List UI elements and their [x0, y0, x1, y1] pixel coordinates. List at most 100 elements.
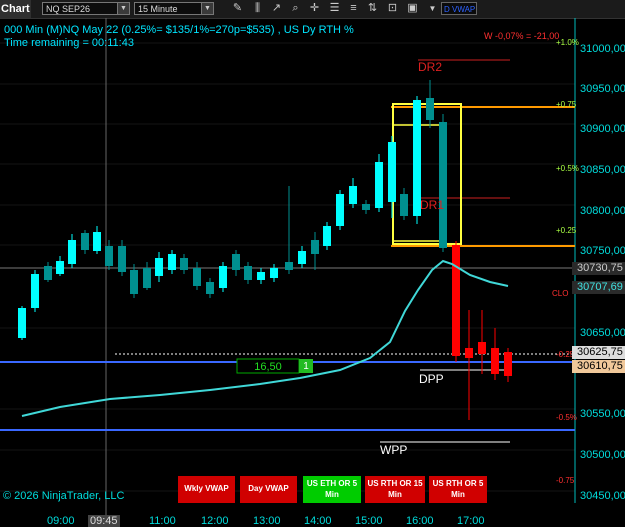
candle-body	[155, 258, 163, 276]
candle-body	[68, 240, 76, 264]
us-rth-or-15min-button[interactable]: US RTH OR 15 Min	[365, 476, 425, 503]
candle-body	[465, 348, 473, 358]
candle-body	[491, 348, 499, 374]
chevron-down-icon: ▼	[117, 3, 129, 14]
candle-body	[168, 254, 176, 270]
candle-body	[478, 342, 486, 354]
dpp-label: DPP	[419, 372, 444, 386]
y-tick-30750: 30750,00	[580, 245, 625, 257]
y-tick-30950: 30950,00	[580, 83, 625, 95]
chart-header-line1: 000 Min (M)NQ May 22 (0.25%= $135/1%=270…	[4, 24, 354, 36]
candle-body	[362, 204, 370, 210]
pct-label-close: CLO	[552, 289, 569, 298]
candle-body	[232, 254, 240, 270]
list-icon[interactable]: ≡	[345, 1, 362, 16]
sort-icon[interactable]: ⇅	[364, 1, 381, 16]
ruler-icon[interactable]: ↗	[268, 1, 285, 16]
y-tick-30850: 30850,00	[580, 164, 625, 176]
dropdown-icon[interactable]: ▼	[424, 1, 441, 16]
pct-label-plus-025: +0.25	[556, 226, 577, 235]
y-tick-30450: 30450,00	[580, 490, 625, 502]
candle-body	[219, 266, 227, 288]
interval-selector[interactable]: 15 Minute ▼	[134, 2, 214, 15]
chart-toolbar: Chart NQ SEP26 ▼ 15 Minute ▼ ✎ ⫼ ↗ ⌕ ✛ ☰ ≡…	[0, 0, 625, 19]
crosshair-price-tag: 30730,75	[572, 262, 625, 275]
candle-body	[143, 268, 151, 288]
candle-body	[193, 268, 201, 286]
pct-label-plus-1: +1.0%	[556, 38, 579, 47]
candle-body	[336, 194, 344, 226]
dpp-price-tag: 30610,75	[572, 360, 625, 373]
pct-label-plus-075: +0.75	[556, 100, 577, 109]
pct-label-plus-05: +0.5%	[556, 164, 579, 173]
x-tick-1100: 11:00	[149, 515, 176, 527]
chart-style-icon[interactable]: ⊡	[384, 1, 401, 16]
candle-body	[81, 233, 89, 250]
y-tick-30800: 30800,00	[580, 205, 625, 217]
candle-body	[44, 266, 52, 280]
day-vwap-button[interactable]: Day VWAP	[240, 476, 297, 503]
last-price-tag: 30625,75	[572, 346, 625, 359]
candle-body	[56, 261, 64, 274]
x-tick-1700: 17:00	[457, 515, 485, 527]
order-price-value: 16,50	[254, 361, 282, 373]
x-tick-1300: 13:00	[253, 515, 281, 527]
window-title: Chart	[0, 0, 31, 18]
x-tick-1200: 12:00	[201, 515, 229, 527]
y-tick-30500: 30500,00	[580, 449, 625, 461]
wpp-label: WPP	[380, 443, 408, 457]
vwap-selector[interactable]: D VWAP	[441, 2, 477, 15]
instrument-selector[interactable]: NQ SEP26 ▼	[42, 2, 130, 15]
order-qty-value: 1	[303, 361, 309, 372]
wkly-vwap-button[interactable]: Wkly VWAP	[178, 476, 235, 503]
candle-body	[375, 162, 383, 208]
crosshair-icon[interactable]: ✛	[306, 1, 323, 16]
us-rth-or-5min-button[interactable]: US RTH OR 5 Min	[429, 476, 487, 503]
candle-body	[400, 194, 408, 216]
candle-body	[270, 268, 278, 278]
y-tick-30550: 30550,00	[580, 408, 625, 420]
pencil-icon[interactable]: ✎	[229, 1, 246, 16]
x-tick-0900: 09:00	[47, 515, 75, 527]
candle-body	[118, 246, 126, 272]
x-tick-1600: 16:00	[406, 515, 434, 527]
candle-body	[130, 270, 138, 294]
copyright-text: © 2026 NinjaTrader, LLC	[3, 490, 125, 502]
candle-body	[285, 262, 293, 270]
candle-body	[349, 186, 357, 204]
candle-body	[311, 240, 319, 254]
zoom-icon[interactable]: ⌕	[287, 1, 304, 16]
vwap-price-tag: 30707,69	[572, 281, 625, 294]
candle-body	[298, 251, 306, 264]
session-vwap-curve	[21, 259, 509, 417]
x-tick-1400: 14:00	[304, 515, 332, 527]
candle-body	[180, 258, 188, 270]
pct-label-minus-05: -0.5%	[556, 413, 577, 422]
x-tick-crosshair: 09:45	[88, 515, 120, 527]
candle-body	[388, 142, 396, 202]
candle-body	[257, 272, 265, 280]
y-tick-31000: 31000,00	[580, 43, 625, 55]
bars-icon[interactable]: ⫼	[249, 1, 266, 16]
chevron-down-icon: ▼	[201, 3, 213, 14]
candle-body	[18, 308, 26, 338]
us-eth-or-5min-button[interactable]: US ETH OR 5 Min	[303, 476, 361, 503]
x-tick-1500: 15:00	[355, 515, 383, 527]
properties-icon[interactable]: ☰	[326, 1, 343, 16]
candle-body	[244, 266, 252, 280]
candle-body	[439, 122, 447, 248]
win-loss-readout: W -0,07% = -21,00	[484, 31, 560, 41]
candle-body	[426, 98, 434, 120]
screenshot-icon[interactable]: ▣	[404, 1, 421, 16]
chart-canvas[interactable]	[0, 18, 625, 527]
candle-body	[323, 226, 331, 246]
dr2-label: DR2	[418, 60, 443, 74]
candle-body	[105, 246, 113, 266]
y-tick-30900: 30900,00	[580, 123, 625, 135]
candle-body	[206, 282, 214, 294]
y-tick-30650: 30650,00	[580, 327, 625, 339]
candle-body	[31, 274, 39, 308]
pct-label-minus-075: -0.75	[556, 476, 575, 485]
dr1-label: DR1	[420, 198, 445, 212]
candle-body	[452, 245, 460, 356]
